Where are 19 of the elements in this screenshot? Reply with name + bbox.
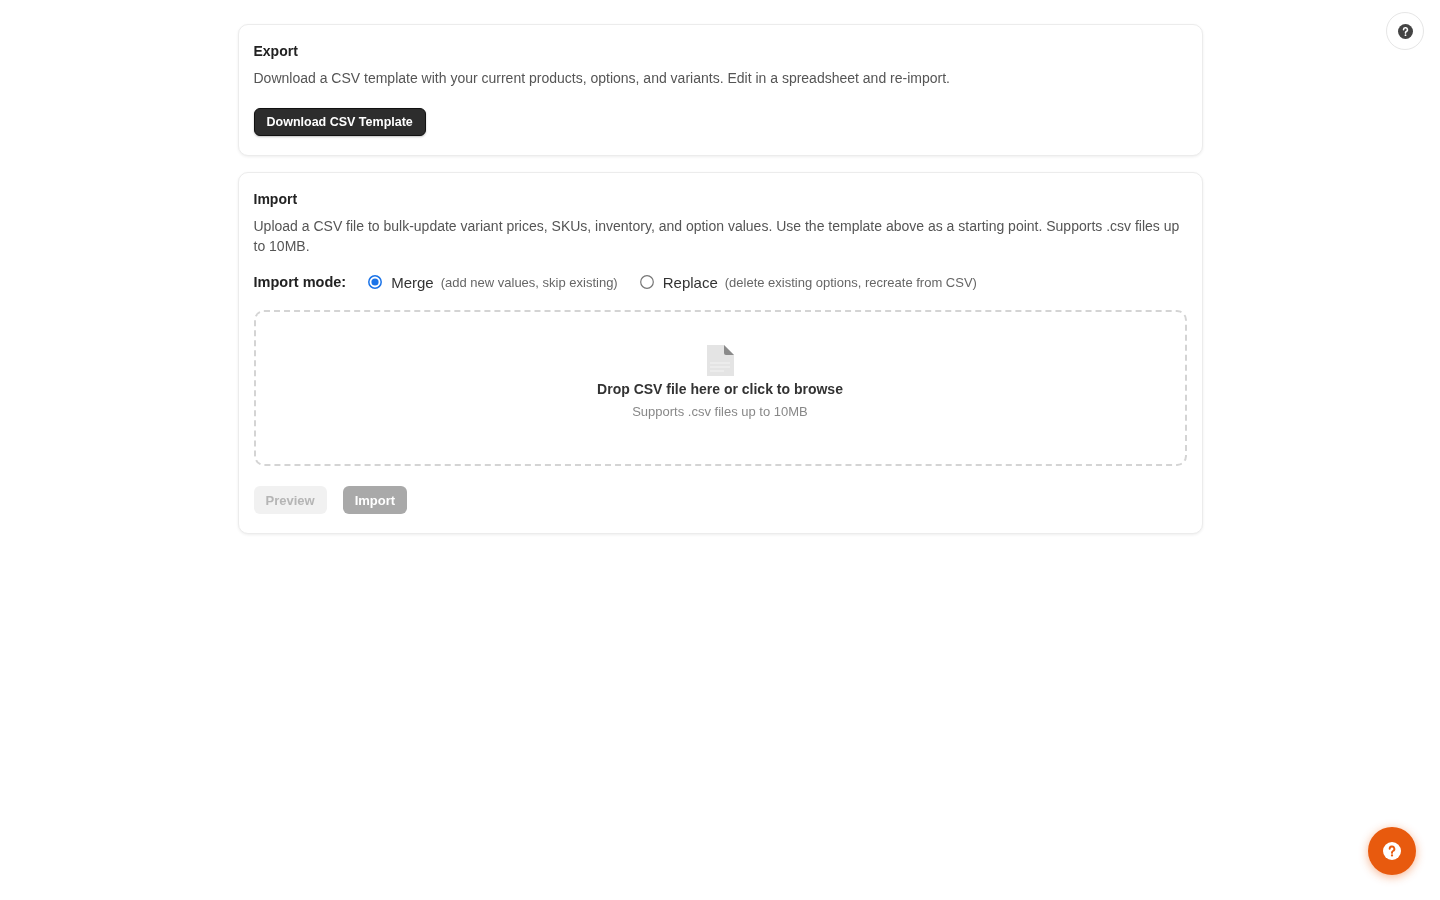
field-label: Import mode: [253, 274, 347, 290]
card-title: Export [253, 42, 299, 60]
radio-label[interactable]: Merge [391, 273, 434, 291]
radio-hint: (add new values, skip existing) [440, 274, 618, 290]
drop-zone-hint: Supports .csv files up to 10MB [632, 403, 808, 421]
help-icon [1397, 23, 1413, 39]
card-description: Upload a CSV file to bulk-update variant prices, SKUs, inventory, and option values. Use the template above as a starting point. Supports .csv files up to 10MB. [253, 217, 1181, 256]
radio-button[interactable] [639, 275, 654, 289]
drop-zone[interactable]: Drop CSV file here or click to browse Supports .csv files up to 10MB [253, 310, 1187, 466]
card-title: Import [253, 190, 299, 208]
download-button[interactable]: Download CSV Template [253, 108, 426, 136]
help-button[interactable] [1386, 12, 1424, 50]
file-icon [706, 345, 734, 376]
card-description: Download a CSV template with your current products, options, and variants. Edit in a spreadsheet and re-import. [253, 69, 951, 88]
help-icon [1383, 842, 1401, 860]
radio-label[interactable]: Replace [662, 273, 718, 291]
drop-zone-title: Drop CSV file here or click to browse [597, 380, 843, 399]
radio-hint: (delete existing options, recreate from CSV) [724, 274, 977, 290]
radio-button[interactable] [368, 275, 383, 289]
